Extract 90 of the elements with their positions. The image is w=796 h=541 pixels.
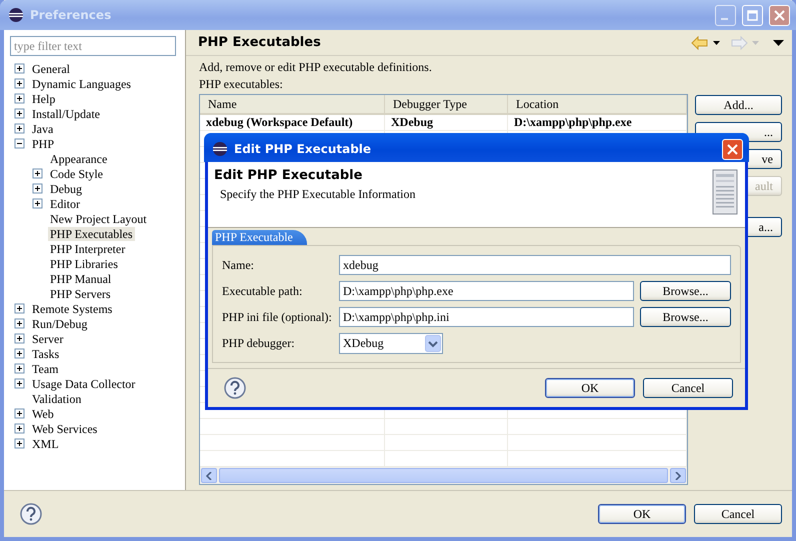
tree-item[interactable]: New Project Layout — [48, 212, 149, 226]
column-header[interactable]: Debugger Type — [385, 95, 508, 114]
tree-item[interactable]: Help — [30, 92, 58, 106]
tree-item[interactable]: Validation — [30, 392, 84, 406]
expand-icon[interactable] — [14, 438, 25, 449]
dropdown-icon — [425, 335, 441, 352]
expand-icon[interactable] — [14, 408, 25, 419]
expand-icon[interactable] — [14, 63, 25, 74]
tree-item[interactable]: Remote Systems — [30, 302, 114, 316]
tree-item[interactable]: Debug — [48, 182, 84, 196]
tree-item[interactable]: Team — [30, 362, 60, 376]
tree-item[interactable]: Dynamic Languages — [30, 76, 133, 90]
cancel-button[interactable]: Cancel — [694, 504, 782, 524]
browse-button[interactable]: Browse... — [640, 307, 731, 327]
expand-icon[interactable] — [32, 183, 43, 194]
name-field[interactable]: xdebug — [339, 255, 731, 275]
dialog-subtitle: Specify the PHP Executable Information — [219, 187, 417, 202]
close-icon — [727, 144, 738, 154]
table-cell: xdebug (Workspace Default) — [200, 115, 385, 130]
field-label: PHP debugger: — [222, 336, 296, 351]
path-field[interactable]: D:\xampp\php\php.exe — [339, 281, 634, 301]
tree-item[interactable]: PHP — [30, 136, 56, 150]
help-icon[interactable] — [20, 503, 42, 525]
close-button[interactable] — [722, 138, 743, 160]
scroll-right-button[interactable] — [670, 468, 686, 483]
field-label: PHP ini file (optional): — [222, 310, 333, 324]
tree-item[interactable]: Java — [30, 122, 56, 136]
tree-item[interactable]: Usage Data Collector — [30, 376, 138, 390]
app-logo-icon — [212, 141, 228, 157]
tree-item[interactable]: PHP Libraries — [48, 256, 120, 270]
browse-button[interactable]: Browse... — [640, 281, 731, 301]
filter-field[interactable]: type filter text — [10, 36, 176, 56]
tree-item[interactable]: Run/Debug — [30, 316, 90, 330]
tree-item[interactable]: XML — [30, 436, 61, 450]
table-cell: XDebug — [385, 115, 508, 130]
list-label: PHP executables: — [199, 76, 284, 93]
ok-button[interactable]: OK — [545, 378, 635, 398]
tree-item[interactable]: PHP Interpreter — [48, 242, 128, 256]
field-label: Name: — [222, 258, 255, 272]
column-header[interactable]: Name — [200, 95, 385, 114]
tree-item[interactable]: General — [30, 62, 72, 76]
scrollbar-thumb[interactable] — [219, 468, 668, 483]
table-cell: D:\xampp\php\php.exe — [508, 115, 687, 130]
description-text: Add, remove or edit PHP executable definitions. — [199, 59, 433, 76]
tree-item[interactable]: Tasks — [30, 346, 62, 360]
expand-icon[interactable] — [14, 423, 25, 434]
dialog-title: Edit PHP Executable — [234, 142, 372, 156]
tree-item[interactable]: Server — [30, 332, 66, 346]
expand-icon[interactable] — [14, 363, 25, 374]
expand-icon[interactable] — [14, 93, 25, 104]
minimize-icon — [720, 18, 728, 20]
tree-item[interactable]: PHP Servers — [48, 286, 113, 300]
tree-item[interactable]: Web — [30, 406, 56, 420]
cancel-button[interactable]: Cancel — [643, 378, 733, 398]
dropdown-icon[interactable] — [713, 40, 720, 44]
expand-icon[interactable] — [14, 318, 25, 329]
path-field[interactable]: D:\xampp\php\php.ini — [339, 307, 634, 327]
tree-item[interactable]: Appearance — [48, 152, 110, 166]
tree-item[interactable]: Install/Update — [30, 106, 102, 120]
tree-item[interactable]: Code Style — [48, 166, 105, 180]
tree-item[interactable]: Editor — [48, 196, 82, 210]
collapse-icon[interactable] — [14, 138, 25, 149]
help-icon[interactable] — [224, 377, 246, 399]
tree-item[interactable]: Web Services — [30, 422, 100, 436]
app-logo-icon — [8, 7, 24, 23]
tab[interactable]: PHP Executable — [212, 230, 307, 245]
expand-icon[interactable] — [14, 378, 25, 389]
window-title: Preferences — [30, 8, 112, 22]
expand-icon[interactable] — [14, 348, 25, 359]
side-button[interactable]: Add... — [695, 95, 782, 115]
dialog-heading: Edit PHP Executable — [214, 168, 364, 183]
expand-icon[interactable] — [14, 333, 25, 344]
page-title: PHP Executables — [198, 35, 322, 50]
close-icon — [774, 10, 785, 20]
expand-icon[interactable] — [32, 198, 43, 209]
close-button[interactable] — [769, 4, 790, 26]
expand-icon[interactable] — [14, 78, 25, 89]
maximize-icon — [747, 10, 758, 20]
expand-icon[interactable] — [14, 108, 25, 119]
expand-icon[interactable] — [14, 303, 25, 314]
column-header[interactable]: Location — [508, 95, 687, 114]
expand-icon[interactable] — [14, 123, 25, 134]
ok-button[interactable]: OK — [598, 504, 686, 524]
expand-icon[interactable] — [32, 168, 43, 179]
tree-item[interactable]: PHP Executables — [48, 226, 135, 240]
scroll-left-button[interactable] — [201, 468, 217, 483]
view-menu-icon[interactable] — [773, 40, 784, 46]
tree-item[interactable]: PHP Manual — [48, 272, 114, 286]
field-label: Executable path: — [222, 284, 304, 298]
debugger-select[interactable]: XDebug — [339, 333, 443, 354]
